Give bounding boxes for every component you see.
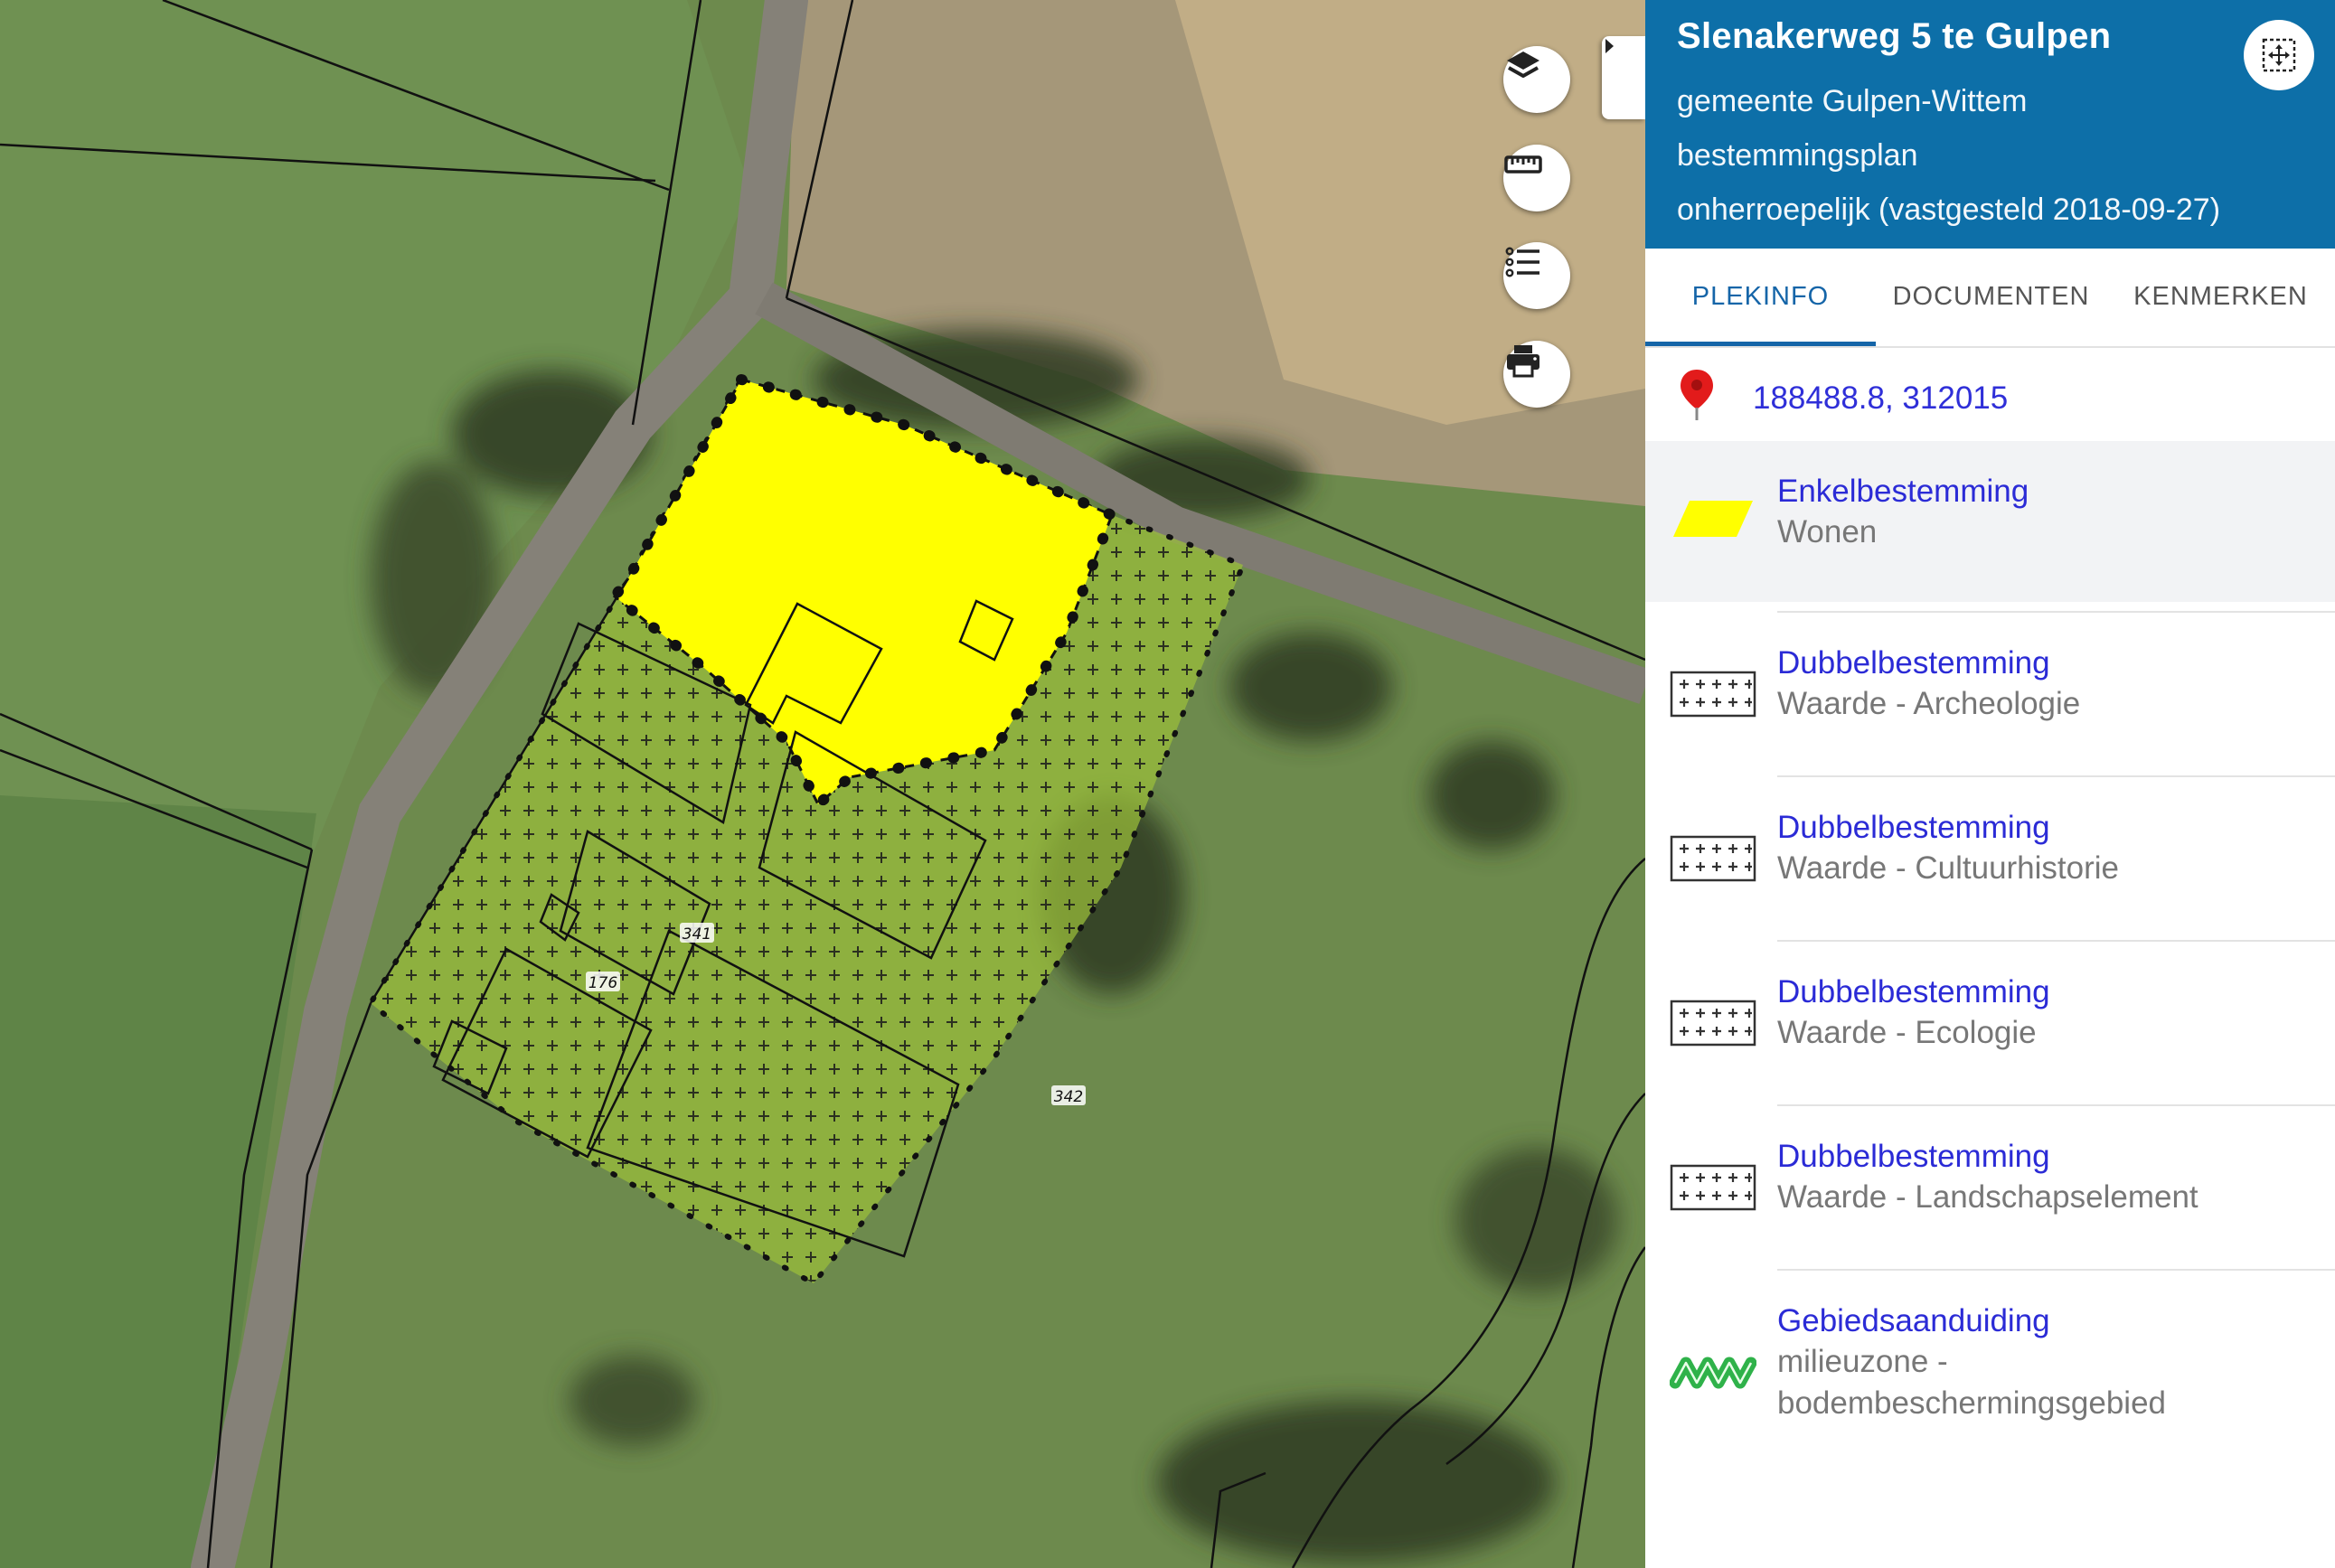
- layers-icon: [1507, 52, 1539, 78]
- plan-title: Slenakerweg 5 te Gulpen: [1677, 16, 2112, 56]
- green-zigzag-icon: [1670, 1357, 1756, 1389]
- layers-button[interactable]: [1503, 46, 1570, 113]
- list-item-cultuurhistorie[interactable]: Dubbelbestemming Waarde - Cultuurhistori…: [1645, 777, 2335, 940]
- entry-subtitle: Wonen: [1777, 514, 1878, 549]
- coordinates-link[interactable]: 188488.8, 312015: [1753, 380, 2008, 417]
- entry-subtitle-line1: milieuzone -: [1777, 1344, 1948, 1379]
- location-row: 188488.8, 312015: [1645, 346, 2335, 441]
- fullscreen-button[interactable]: [2244, 20, 2314, 90]
- entry-title[interactable]: Enkelbestemming: [1777, 474, 2029, 510]
- tab-kenmerken[interactable]: KENMERKEN: [2106, 249, 2335, 344]
- printer-icon: [1507, 345, 1539, 378]
- entry-subtitle: Waarde - Archeologie: [1777, 686, 2081, 721]
- parcel-number-341: 341: [683, 925, 711, 944]
- plan-status-text: onherroepelijk (vastgesteld 2018-09-27): [1677, 192, 2221, 227]
- entry-title[interactable]: Dubbelbestemming: [1777, 810, 2050, 846]
- entry-title[interactable]: Dubbelbestemming: [1777, 645, 2050, 681]
- parcel-number-342: 342: [1054, 1088, 1083, 1106]
- list-item-ecologie[interactable]: Dubbelbestemming Waarde - Ecologie: [1645, 942, 2335, 1104]
- tab-documenten[interactable]: DOCUMENTEN: [1876, 249, 2106, 344]
- panel-header: Slenakerweg 5 te Gulpen gemeente Gulpen-…: [1645, 0, 2335, 249]
- collapse-panel-button[interactable]: [1602, 36, 1645, 119]
- entry-title[interactable]: Dubbelbestemming: [1777, 974, 2050, 1010]
- map-view[interactable]: 341 176 342: [0, 0, 1645, 1568]
- cross-hatch-icon: [1670, 835, 1756, 882]
- panel-tabs: PLEKINFO DOCUMENTEN KENMERKEN: [1645, 249, 2335, 348]
- expand-icon: [2262, 38, 2296, 72]
- entry-subtitle-line2: bodembeschermingsgebied: [1777, 1385, 2166, 1421]
- aerial-map[interactable]: 341 176 342: [0, 0, 1645, 1568]
- info-panel: Slenakerweg 5 te Gulpen gemeente Gulpen-…: [1645, 0, 2335, 1568]
- print-button[interactable]: [1503, 341, 1570, 408]
- cross-hatch-icon: [1670, 671, 1756, 718]
- list-item-archeologie[interactable]: Dubbelbestemming Waarde - Archeologie: [1645, 613, 2335, 775]
- entry-title[interactable]: Gebiedsaanduiding: [1777, 1303, 2050, 1339]
- list-item-landschapselement[interactable]: Dubbelbestemming Waarde - Landschapselem…: [1645, 1106, 2335, 1269]
- list-item-gebiedsaanduiding[interactable]: Gebiedsaanduiding milieuzone - bodembesc…: [1645, 1271, 2335, 1479]
- list-item-enkelbestemming[interactable]: Enkelbestemming Wonen: [1645, 441, 2335, 602]
- entry-subtitle: Waarde - Cultuurhistorie: [1777, 850, 2120, 886]
- tab-plekinfo[interactable]: PLEKINFO: [1645, 249, 1876, 346]
- parcel-number-176: 176: [588, 974, 618, 992]
- entry-subtitle: Waarde - Landschapselement: [1777, 1179, 2198, 1215]
- municipality-text: gemeente Gulpen-Wittem: [1677, 84, 2028, 118]
- entry-title[interactable]: Dubbelbestemming: [1777, 1139, 2050, 1175]
- cross-hatch-icon: [1670, 1000, 1756, 1047]
- legend-button[interactable]: [1503, 242, 1570, 309]
- location-pin-icon: [1681, 370, 1713, 420]
- chevron-right-icon: [1605, 39, 1614, 53]
- list-icon: [1505, 247, 1539, 277]
- measure-button[interactable]: [1503, 145, 1570, 211]
- entry-subtitle: Waarde - Ecologie: [1777, 1015, 2037, 1050]
- ruler-icon: [1504, 155, 1542, 174]
- plan-type-text: bestemmingsplan: [1677, 138, 1918, 173]
- cross-hatch-icon: [1670, 1164, 1756, 1211]
- yellow-parallelogram-icon: [1673, 501, 1753, 537]
